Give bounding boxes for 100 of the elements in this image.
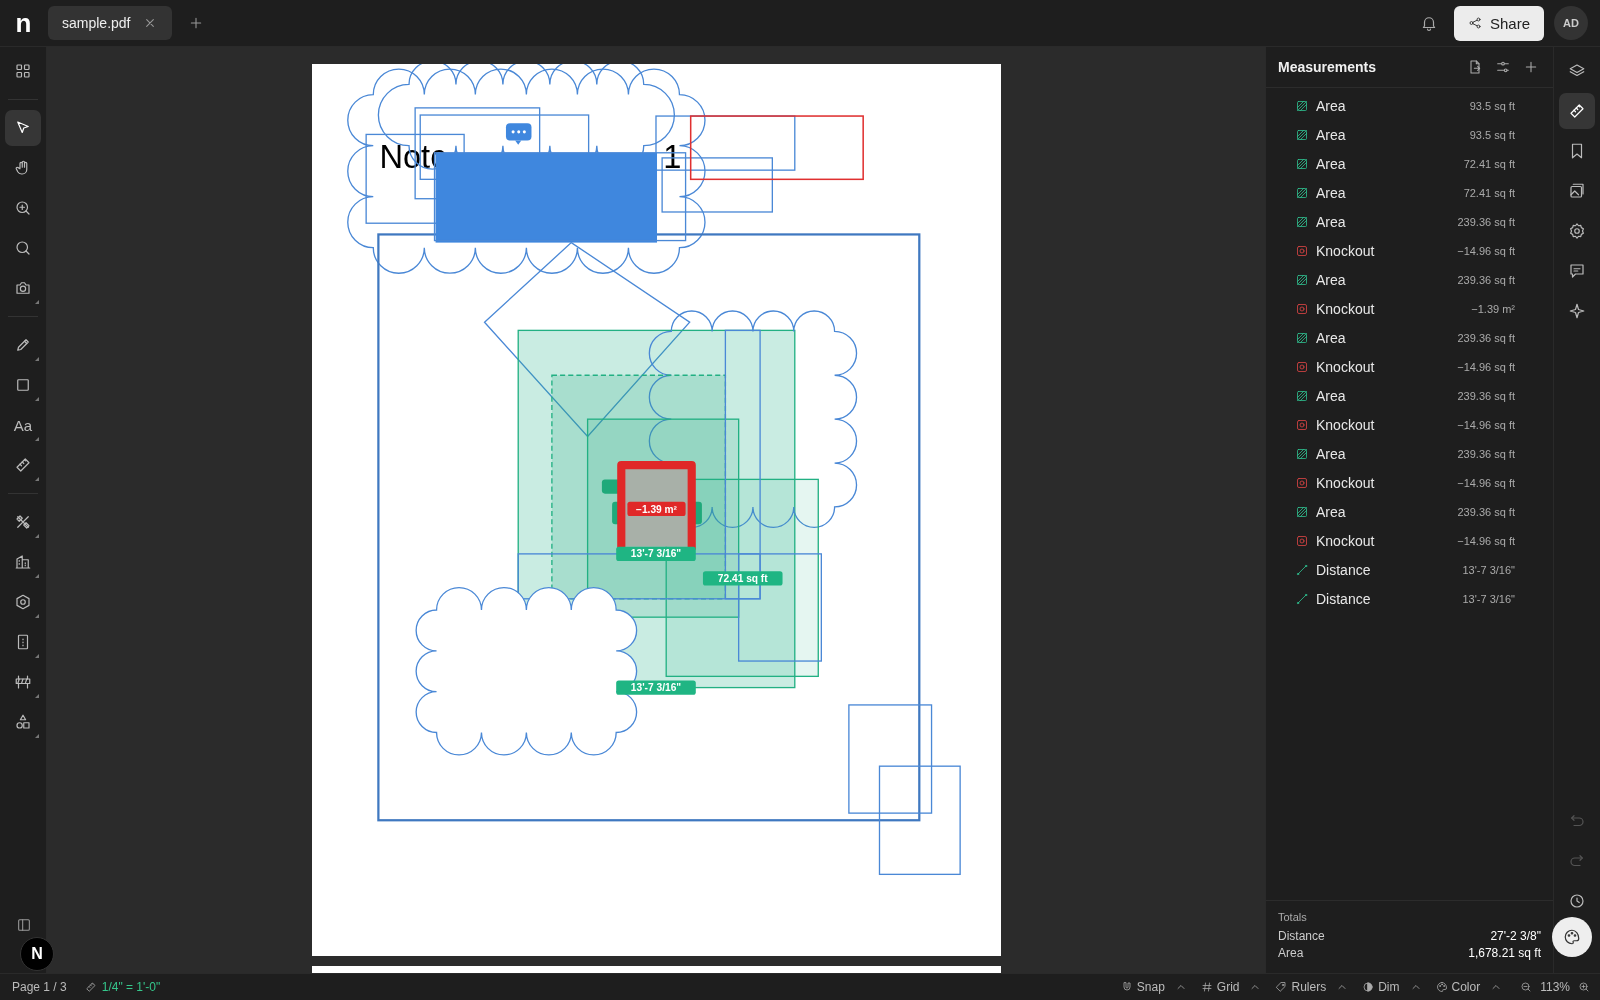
comment-icon	[1568, 262, 1586, 280]
camera-icon	[14, 279, 32, 297]
sidebar-toggle-icon[interactable]	[15, 917, 32, 933]
measurement-name[interactable]: Knockout	[1316, 416, 1458, 433]
zoom-in-icon	[14, 199, 32, 217]
totals-title: Totals	[1278, 911, 1308, 923]
export-icon[interactable]	[1467, 59, 1483, 75]
total-value: 1,678.21 sq ft	[1468, 946, 1541, 960]
share-button[interactable]: Share	[1453, 5, 1544, 41]
area-icon	[1296, 157, 1308, 170]
measurement-name[interactable]: Area	[1316, 503, 1458, 520]
measurement-name[interactable]: Distance	[1316, 590, 1463, 607]
area-icon	[1296, 128, 1308, 141]
measurement-label: 13'-7 3/16"	[616, 680, 696, 695]
measurement-name[interactable]: Area	[1316, 271, 1458, 288]
zoom-out-icon[interactable]	[1520, 981, 1533, 993]
toggle-label[interactable]: Grid	[1216, 980, 1240, 994]
measurement-name[interactable]: Distance	[1316, 561, 1463, 578]
knockout-icon	[1296, 360, 1308, 373]
knockout-icon	[1296, 302, 1308, 315]
barrier-icon	[14, 673, 32, 691]
measurement-value: 239.36 sq ft	[1457, 389, 1515, 402]
knockout-icon	[1296, 418, 1308, 431]
measurement-name[interactable]: Area	[1316, 445, 1458, 462]
area-icon	[1296, 389, 1308, 402]
page-indicator: Page 1 / 3	[12, 980, 67, 994]
measurement-name[interactable]: Knockout	[1316, 300, 1472, 317]
measurement-value: 72.41 sq ft	[1463, 157, 1515, 170]
tools-icon	[14, 513, 32, 531]
settings-icon	[1568, 222, 1586, 240]
measurement-value: −1.39 m²	[1471, 302, 1515, 315]
measurement-name[interactable]: Knockout	[1316, 532, 1458, 549]
search-icon	[14, 239, 32, 257]
measurement-value: −14.96 sq ft	[1457, 418, 1515, 431]
grid-icon	[1200, 981, 1213, 993]
measurement-name[interactable]: Area	[1316, 155, 1464, 172]
total-label: Distance	[1278, 929, 1325, 943]
distance-icon	[1296, 592, 1308, 605]
pencil-icon	[14, 336, 32, 354]
measurement-name[interactable]: Area	[1316, 387, 1458, 404]
measurement-name[interactable]: Area	[1316, 329, 1458, 346]
image-icon	[1568, 182, 1586, 200]
toggle-label[interactable]: Snap	[1136, 980, 1165, 994]
measurement-name[interactable]: Knockout	[1316, 474, 1458, 491]
total-value: 27'-2 3/8"	[1490, 929, 1541, 943]
tool-button[interactable]: Aa	[5, 407, 41, 443]
app-logo[interactable]: n	[0, 7, 47, 39]
comment-icon	[505, 123, 532, 145]
measurement-name[interactable]: Area	[1316, 184, 1464, 201]
panel-title: Measurements	[1278, 59, 1378, 75]
measurement-value: 93.5 sq ft	[1469, 128, 1515, 141]
measurement-value: 239.36 sq ft	[1457, 505, 1515, 518]
user-avatar[interactable]: AD	[1554, 6, 1588, 40]
measurement-name[interactable]: Knockout	[1316, 242, 1458, 259]
measurement-value: 13'-7 3/16"	[1462, 592, 1515, 605]
building-icon	[14, 553, 32, 571]
palette-icon	[1563, 928, 1581, 946]
measurement-name[interactable]: Area	[1316, 97, 1470, 114]
file-tab[interactable]: sample.pdf	[48, 6, 173, 40]
knockout-icon	[1296, 244, 1308, 257]
add-icon[interactable]	[1523, 59, 1539, 75]
area-icon	[1296, 273, 1308, 286]
panel-tab[interactable]	[1559, 93, 1595, 129]
measurement-label: 72.41 sq ft	[702, 571, 783, 586]
palette-icon	[1435, 981, 1448, 993]
history-icon	[1568, 892, 1586, 910]
toggle-label[interactable]: Rulers	[1291, 980, 1327, 994]
measurement-value: 72.41 sq ft	[1463, 186, 1515, 199]
zoom-in-icon[interactable]	[1578, 981, 1590, 993]
share-icon	[1467, 16, 1482, 30]
measurement-value: 13'-7 3/16"	[1462, 563, 1515, 576]
grid-icon	[14, 62, 32, 80]
toggle-label[interactable]: Color	[1451, 980, 1481, 994]
measurement-name[interactable]: Area	[1316, 126, 1470, 143]
knockout-icon	[1296, 534, 1308, 547]
measurement-value: 239.36 sq ft	[1457, 273, 1515, 286]
measurement-value: 239.36 sq ft	[1457, 447, 1515, 460]
knockout-icon	[1296, 476, 1308, 489]
measurement-name[interactable]: Knockout	[1316, 358, 1458, 375]
app-badge[interactable]: N	[20, 937, 54, 971]
measurement-value: 93.5 sq ft	[1469, 99, 1515, 112]
zoom-level: 113%	[1540, 980, 1570, 994]
filter-icon[interactable]	[1495, 59, 1511, 75]
hexagon-icon	[14, 593, 32, 611]
magnet-icon	[1120, 981, 1133, 993]
measurement-name[interactable]: Area	[1316, 213, 1458, 230]
toggle-label[interactable]: Dim	[1378, 980, 1400, 994]
area-icon	[1296, 331, 1308, 344]
tool-button[interactable]	[5, 110, 41, 146]
measurement-value: −14.96 sq ft	[1457, 244, 1515, 257]
theme-button[interactable]	[1552, 917, 1592, 957]
shapes-icon	[14, 713, 32, 731]
rectangle-icon	[14, 376, 32, 394]
area-icon	[1296, 505, 1308, 518]
area-icon	[1296, 99, 1308, 112]
total-label: Area	[1278, 946, 1304, 960]
scale-indicator[interactable]: 1/4" = 1'-0"	[101, 980, 161, 994]
measurement-value: −14.96 sq ft	[1457, 360, 1515, 373]
measurement-value: −14.96 sq ft	[1457, 534, 1515, 547]
measurement-value: 239.36 sq ft	[1457, 215, 1515, 228]
